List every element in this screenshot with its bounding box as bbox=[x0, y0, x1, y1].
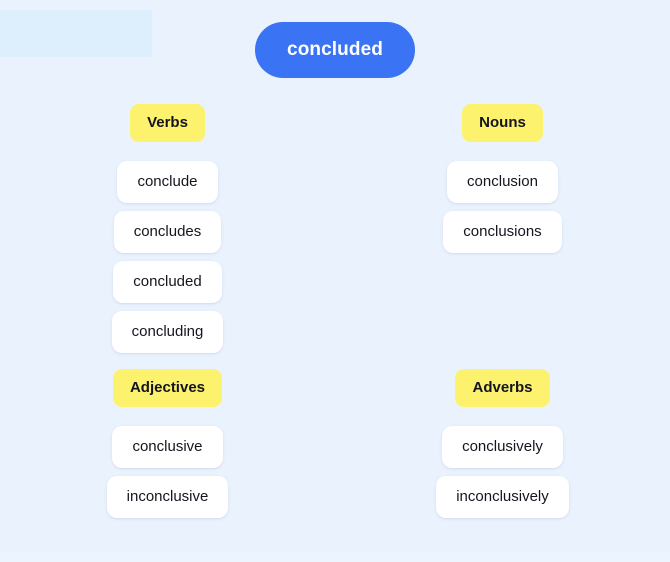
word-group-adjectives: Adjectives conclusive inconclusive bbox=[0, 369, 335, 518]
word-group-verbs: Verbs conclude concludes concluded concl… bbox=[0, 104, 335, 353]
word-group-adverbs: Adverbs conclusively inconclusively bbox=[335, 369, 670, 518]
group-badge-adverbs: Adverbs bbox=[455, 369, 550, 407]
word-card[interactable]: inconclusively bbox=[436, 476, 569, 518]
group-badge-nouns: Nouns bbox=[462, 104, 543, 142]
word-card[interactable]: concluding bbox=[111, 311, 224, 353]
word-card[interactable]: conclusive bbox=[112, 426, 223, 468]
word-card[interactable]: conclude bbox=[117, 161, 218, 203]
word-card[interactable]: inconclusive bbox=[106, 476, 229, 518]
word-card[interactable]: concludes bbox=[113, 211, 222, 253]
word-card[interactable]: concluded bbox=[113, 261, 222, 303]
word-card[interactable]: conclusively bbox=[442, 426, 563, 468]
headword-row: concluded bbox=[0, 22, 670, 78]
word-forms-grid: Verbs conclude concludes concluded concl… bbox=[0, 104, 670, 518]
word-card[interactable]: conclusions bbox=[443, 211, 562, 253]
word-card[interactable]: conclusion bbox=[447, 161, 558, 203]
group-badge-adjectives: Adjectives bbox=[112, 369, 223, 407]
group-badge-verbs: Verbs bbox=[130, 104, 205, 142]
footer-band bbox=[0, 553, 670, 562]
word-group-nouns: Nouns conclusion conclusions bbox=[335, 104, 670, 353]
headword-pill[interactable]: concluded bbox=[255, 22, 415, 78]
